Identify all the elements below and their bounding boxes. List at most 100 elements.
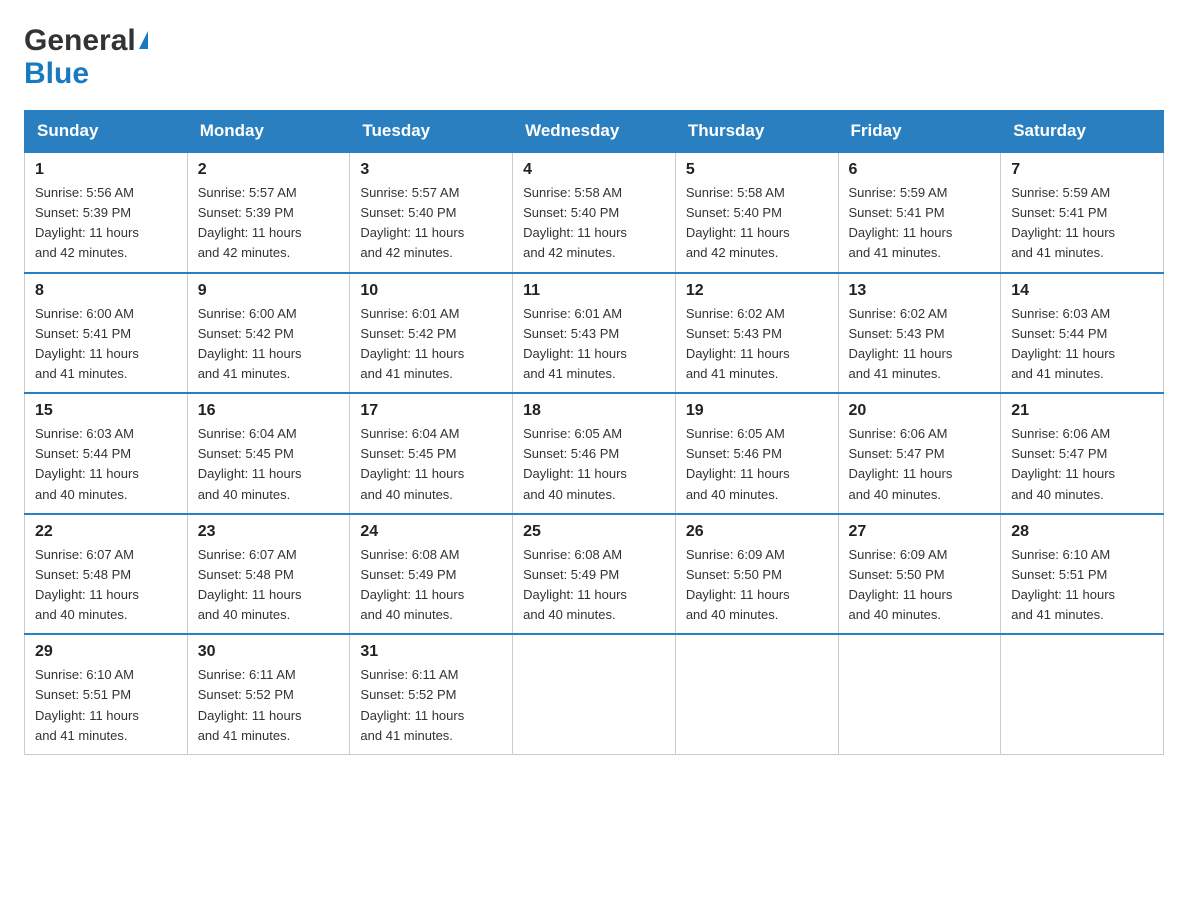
- day-number: 19: [686, 402, 828, 420]
- calendar-cell: 8 Sunrise: 6:00 AM Sunset: 5:41 PM Dayli…: [25, 273, 188, 394]
- calendar-cell: 23 Sunrise: 6:07 AM Sunset: 5:48 PM Dayl…: [187, 514, 350, 635]
- day-number: 30: [198, 643, 340, 661]
- calendar-cell: 19 Sunrise: 6:05 AM Sunset: 5:46 PM Dayl…: [675, 393, 838, 514]
- calendar-week-row: 15 Sunrise: 6:03 AM Sunset: 5:44 PM Dayl…: [25, 393, 1164, 514]
- calendar-cell: 14 Sunrise: 6:03 AM Sunset: 5:44 PM Dayl…: [1001, 273, 1164, 394]
- calendar-cell: 24 Sunrise: 6:08 AM Sunset: 5:49 PM Dayl…: [350, 514, 513, 635]
- day-number: 21: [1011, 402, 1153, 420]
- day-info: Sunrise: 6:08 AM Sunset: 5:49 PM Dayligh…: [360, 545, 502, 626]
- day-number: 15: [35, 402, 177, 420]
- day-info: Sunrise: 6:09 AM Sunset: 5:50 PM Dayligh…: [849, 545, 991, 626]
- day-info: Sunrise: 6:06 AM Sunset: 5:47 PM Dayligh…: [849, 424, 991, 505]
- calendar-week-row: 29 Sunrise: 6:10 AM Sunset: 5:51 PM Dayl…: [25, 634, 1164, 754]
- column-header-thursday: Thursday: [675, 111, 838, 153]
- calendar-week-row: 1 Sunrise: 5:56 AM Sunset: 5:39 PM Dayli…: [25, 152, 1164, 273]
- calendar-week-row: 8 Sunrise: 6:00 AM Sunset: 5:41 PM Dayli…: [25, 273, 1164, 394]
- calendar-cell: [1001, 634, 1164, 754]
- day-number: 6: [849, 161, 991, 179]
- column-header-saturday: Saturday: [1001, 111, 1164, 153]
- day-info: Sunrise: 5:58 AM Sunset: 5:40 PM Dayligh…: [523, 183, 665, 264]
- day-number: 24: [360, 523, 502, 541]
- calendar-header-row: SundayMondayTuesdayWednesdayThursdayFrid…: [25, 111, 1164, 153]
- calendar-cell: 13 Sunrise: 6:02 AM Sunset: 5:43 PM Dayl…: [838, 273, 1001, 394]
- calendar-cell: 3 Sunrise: 5:57 AM Sunset: 5:40 PM Dayli…: [350, 152, 513, 273]
- day-info: Sunrise: 5:57 AM Sunset: 5:40 PM Dayligh…: [360, 183, 502, 264]
- day-info: Sunrise: 6:10 AM Sunset: 5:51 PM Dayligh…: [1011, 545, 1153, 626]
- calendar-cell: 2 Sunrise: 5:57 AM Sunset: 5:39 PM Dayli…: [187, 152, 350, 273]
- calendar-cell: 22 Sunrise: 6:07 AM Sunset: 5:48 PM Dayl…: [25, 514, 188, 635]
- calendar-cell: 10 Sunrise: 6:01 AM Sunset: 5:42 PM Dayl…: [350, 273, 513, 394]
- calendar-cell: 25 Sunrise: 6:08 AM Sunset: 5:49 PM Dayl…: [513, 514, 676, 635]
- day-number: 29: [35, 643, 177, 661]
- day-number: 10: [360, 282, 502, 300]
- day-number: 13: [849, 282, 991, 300]
- column-header-tuesday: Tuesday: [350, 111, 513, 153]
- calendar-week-row: 22 Sunrise: 6:07 AM Sunset: 5:48 PM Dayl…: [25, 514, 1164, 635]
- day-number: 2: [198, 161, 340, 179]
- day-info: Sunrise: 5:57 AM Sunset: 5:39 PM Dayligh…: [198, 183, 340, 264]
- day-info: Sunrise: 5:58 AM Sunset: 5:40 PM Dayligh…: [686, 183, 828, 264]
- day-info: Sunrise: 6:11 AM Sunset: 5:52 PM Dayligh…: [198, 665, 340, 746]
- day-info: Sunrise: 6:05 AM Sunset: 5:46 PM Dayligh…: [686, 424, 828, 505]
- calendar-table: SundayMondayTuesdayWednesdayThursdayFrid…: [24, 110, 1164, 755]
- day-info: Sunrise: 6:08 AM Sunset: 5:49 PM Dayligh…: [523, 545, 665, 626]
- calendar-cell: 4 Sunrise: 5:58 AM Sunset: 5:40 PM Dayli…: [513, 152, 676, 273]
- day-info: Sunrise: 6:02 AM Sunset: 5:43 PM Dayligh…: [686, 304, 828, 385]
- day-number: 7: [1011, 161, 1153, 179]
- day-number: 22: [35, 523, 177, 541]
- column-header-wednesday: Wednesday: [513, 111, 676, 153]
- calendar-cell: 28 Sunrise: 6:10 AM Sunset: 5:51 PM Dayl…: [1001, 514, 1164, 635]
- calendar-cell: 15 Sunrise: 6:03 AM Sunset: 5:44 PM Dayl…: [25, 393, 188, 514]
- day-info: Sunrise: 6:09 AM Sunset: 5:50 PM Dayligh…: [686, 545, 828, 626]
- calendar-cell: 20 Sunrise: 6:06 AM Sunset: 5:47 PM Dayl…: [838, 393, 1001, 514]
- calendar-cell: 11 Sunrise: 6:01 AM Sunset: 5:43 PM Dayl…: [513, 273, 676, 394]
- calendar-cell: 18 Sunrise: 6:05 AM Sunset: 5:46 PM Dayl…: [513, 393, 676, 514]
- day-number: 20: [849, 402, 991, 420]
- calendar-cell: 9 Sunrise: 6:00 AM Sunset: 5:42 PM Dayli…: [187, 273, 350, 394]
- day-info: Sunrise: 6:03 AM Sunset: 5:44 PM Dayligh…: [1011, 304, 1153, 385]
- column-header-sunday: Sunday: [25, 111, 188, 153]
- day-info: Sunrise: 6:00 AM Sunset: 5:41 PM Dayligh…: [35, 304, 177, 385]
- day-number: 26: [686, 523, 828, 541]
- logo-general: General: [24, 24, 148, 57]
- calendar-cell: 6 Sunrise: 5:59 AM Sunset: 5:41 PM Dayli…: [838, 152, 1001, 273]
- day-info: Sunrise: 6:02 AM Sunset: 5:43 PM Dayligh…: [849, 304, 991, 385]
- day-number: 27: [849, 523, 991, 541]
- calendar-cell: 30 Sunrise: 6:11 AM Sunset: 5:52 PM Dayl…: [187, 634, 350, 754]
- day-info: Sunrise: 6:01 AM Sunset: 5:43 PM Dayligh…: [523, 304, 665, 385]
- logo-blue: Blue: [24, 57, 148, 90]
- day-info: Sunrise: 6:05 AM Sunset: 5:46 PM Dayligh…: [523, 424, 665, 505]
- day-number: 9: [198, 282, 340, 300]
- calendar-cell: 5 Sunrise: 5:58 AM Sunset: 5:40 PM Dayli…: [675, 152, 838, 273]
- day-number: 1: [35, 161, 177, 179]
- calendar-cell: [675, 634, 838, 754]
- day-info: Sunrise: 6:03 AM Sunset: 5:44 PM Dayligh…: [35, 424, 177, 505]
- day-info: Sunrise: 6:06 AM Sunset: 5:47 PM Dayligh…: [1011, 424, 1153, 505]
- calendar-cell: 12 Sunrise: 6:02 AM Sunset: 5:43 PM Dayl…: [675, 273, 838, 394]
- day-number: 16: [198, 402, 340, 420]
- day-number: 8: [35, 282, 177, 300]
- calendar-cell: [513, 634, 676, 754]
- day-number: 23: [198, 523, 340, 541]
- calendar-cell: 27 Sunrise: 6:09 AM Sunset: 5:50 PM Dayl…: [838, 514, 1001, 635]
- calendar-cell: 21 Sunrise: 6:06 AM Sunset: 5:47 PM Dayl…: [1001, 393, 1164, 514]
- day-number: 14: [1011, 282, 1153, 300]
- day-info: Sunrise: 5:56 AM Sunset: 5:39 PM Dayligh…: [35, 183, 177, 264]
- day-info: Sunrise: 6:07 AM Sunset: 5:48 PM Dayligh…: [198, 545, 340, 626]
- day-info: Sunrise: 5:59 AM Sunset: 5:41 PM Dayligh…: [849, 183, 991, 264]
- logo: General Blue: [24, 24, 148, 90]
- day-info: Sunrise: 6:07 AM Sunset: 5:48 PM Dayligh…: [35, 545, 177, 626]
- day-number: 3: [360, 161, 502, 179]
- calendar-cell: 29 Sunrise: 6:10 AM Sunset: 5:51 PM Dayl…: [25, 634, 188, 754]
- page-header: General Blue: [24, 24, 1164, 90]
- column-header-friday: Friday: [838, 111, 1001, 153]
- day-info: Sunrise: 5:59 AM Sunset: 5:41 PM Dayligh…: [1011, 183, 1153, 264]
- day-number: 5: [686, 161, 828, 179]
- day-number: 12: [686, 282, 828, 300]
- day-number: 18: [523, 402, 665, 420]
- calendar-cell: 7 Sunrise: 5:59 AM Sunset: 5:41 PM Dayli…: [1001, 152, 1164, 273]
- day-info: Sunrise: 6:00 AM Sunset: 5:42 PM Dayligh…: [198, 304, 340, 385]
- day-info: Sunrise: 6:04 AM Sunset: 5:45 PM Dayligh…: [360, 424, 502, 505]
- calendar-cell: 31 Sunrise: 6:11 AM Sunset: 5:52 PM Dayl…: [350, 634, 513, 754]
- day-info: Sunrise: 6:11 AM Sunset: 5:52 PM Dayligh…: [360, 665, 502, 746]
